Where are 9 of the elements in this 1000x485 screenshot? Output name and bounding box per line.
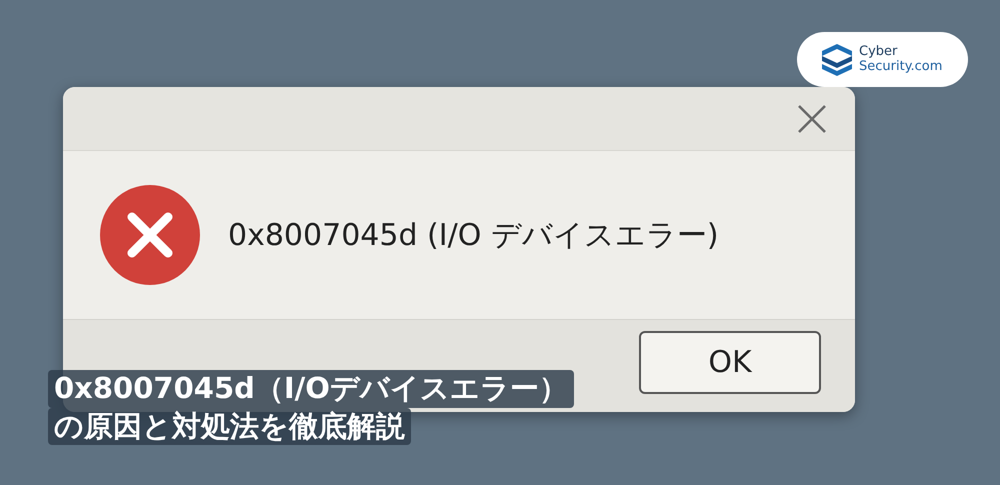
logo-text: Security.com — [859, 60, 942, 74]
headline-text: 0x8007045d（I/Oデバイスエラー） — [48, 370, 574, 408]
headline-text: の原因と対処法を徹底解説 — [48, 408, 411, 446]
shield-logo-icon — [821, 42, 853, 76]
error-icon — [100, 185, 200, 285]
error-message: 0x8007045d (I/O デバイスエラー) — [228, 216, 719, 254]
logo-text: Cyber — [859, 45, 898, 60]
ok-button[interactable]: OK — [639, 331, 821, 394]
close-icon[interactable] — [797, 104, 827, 134]
